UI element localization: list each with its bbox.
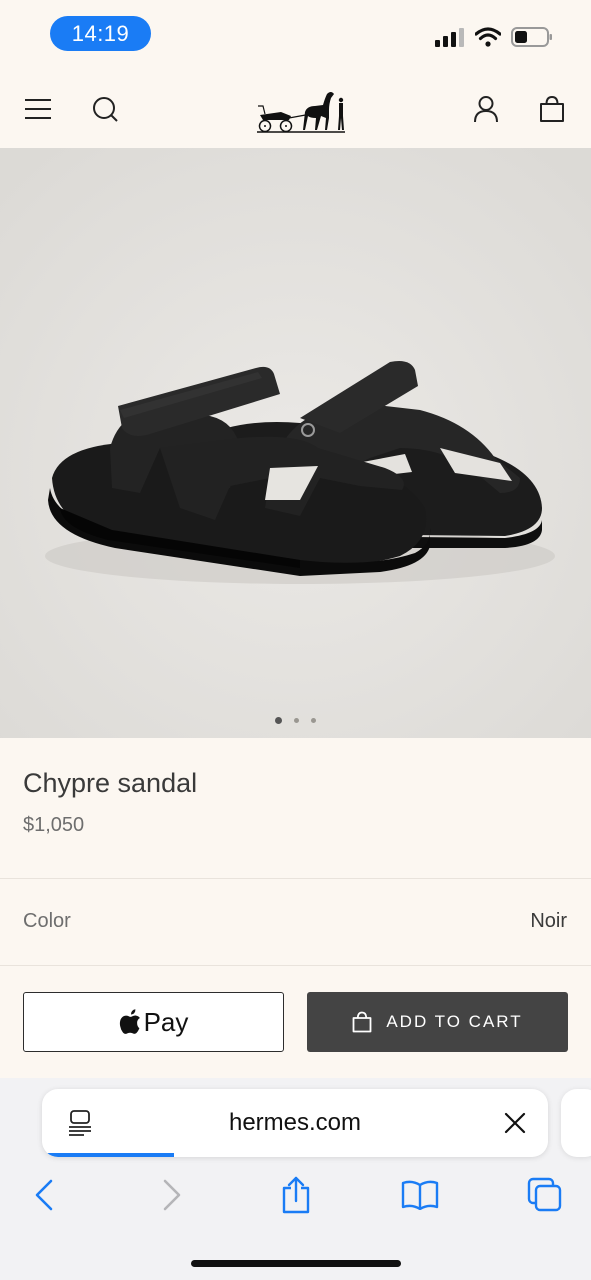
- status-bar: 14:19: [0, 0, 591, 70]
- share-button[interactable]: [274, 1173, 318, 1217]
- hamburger-menu-icon: [25, 99, 51, 119]
- gallery-dot[interactable]: [311, 718, 316, 723]
- add-to-cart-label: ADD TO CART: [386, 1012, 523, 1031]
- cellular-signal-icon: [435, 28, 464, 47]
- search-icon: [93, 97, 118, 122]
- status-time[interactable]: 14:19: [50, 16, 151, 51]
- page-load-progress: [42, 1153, 174, 1157]
- shopping-bag-icon: [540, 95, 564, 122]
- divider: [0, 878, 591, 879]
- address-bar[interactable]: hermes.com: [42, 1089, 548, 1157]
- product-photo: [0, 148, 591, 738]
- gallery-dot[interactable]: [294, 718, 299, 723]
- account-icon: [474, 96, 498, 123]
- bookmarks-button[interactable]: [398, 1173, 442, 1217]
- gallery-dot-active[interactable]: [275, 717, 282, 724]
- forward-button[interactable]: [150, 1173, 194, 1217]
- search-button[interactable]: [88, 92, 122, 126]
- tabs-icon: [527, 1177, 562, 1212]
- account-button[interactable]: [469, 92, 503, 126]
- status-icons: [435, 25, 553, 49]
- gallery-pagination: [0, 717, 591, 724]
- apple-pay-button[interactable]: Pay: [23, 992, 284, 1052]
- product-price: $1,050: [23, 814, 85, 836]
- color-label: Color: [23, 910, 71, 932]
- chevron-right-icon: [163, 1179, 181, 1211]
- divider: [0, 965, 591, 966]
- home-indicator[interactable]: [191, 1260, 401, 1267]
- battery-icon: [511, 27, 552, 47]
- hermes-carriage-logo: [257, 92, 345, 133]
- tabs-button[interactable]: [523, 1173, 567, 1217]
- wifi-icon: [475, 27, 501, 47]
- site-header: [0, 70, 591, 148]
- close-icon[interactable]: [504, 1112, 526, 1134]
- back-button[interactable]: [22, 1173, 66, 1217]
- product-title: Chypre sandal: [23, 768, 198, 798]
- chevron-left-icon: [35, 1179, 53, 1211]
- shopping-bag-icon: [352, 1011, 372, 1033]
- book-icon: [401, 1180, 439, 1210]
- next-tab-card[interactable]: [561, 1089, 591, 1157]
- add-to-cart-button[interactable]: ADD TO CART: [307, 992, 568, 1052]
- color-value[interactable]: Noir: [530, 910, 567, 933]
- apple-logo-icon: [119, 1009, 140, 1034]
- url-text[interactable]: hermes.com: [42, 1109, 548, 1137]
- cart-button[interactable]: [535, 92, 569, 126]
- share-icon: [282, 1176, 310, 1214]
- apple-pay-label: Pay: [143, 1006, 189, 1037]
- menu-button[interactable]: [21, 92, 55, 126]
- hermes-logo[interactable]: [255, 82, 347, 138]
- product-image-gallery[interactable]: [0, 148, 591, 738]
